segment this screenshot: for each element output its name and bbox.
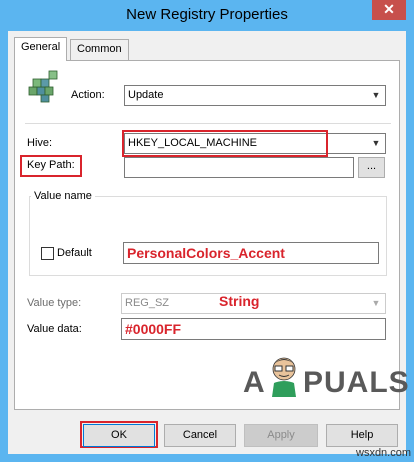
window-title: New Registry Properties — [126, 6, 288, 23]
tab-general[interactable]: General — [14, 37, 68, 61]
watermark-letter-a: A — [243, 366, 266, 399]
value-data-input[interactable]: #0000FF — [121, 318, 386, 340]
value-type-annotation: String — [219, 293, 260, 309]
default-checkbox[interactable] — [41, 247, 54, 260]
value-name-input[interactable]: PersonalColors_Accent — [123, 242, 379, 264]
browse-button[interactable]: ... — [358, 157, 385, 178]
default-label: Default — [57, 247, 92, 259]
title-bar[interactable]: New Registry Properties ✕ — [0, 0, 414, 31]
value-name-group-title: Value name — [31, 190, 95, 202]
action-label: Action: — [71, 89, 105, 101]
ok-button[interactable]: OK — [83, 424, 155, 447]
dialog-client: General Common Action: Update ▼ Hive: HK… — [8, 31, 409, 454]
value-type-label: Value type: — [27, 297, 82, 309]
keypath-input[interactable] — [124, 157, 354, 178]
hive-highlight — [122, 130, 328, 157]
separator — [25, 123, 391, 124]
value-data-label: Value data: — [27, 323, 82, 335]
general-tab-panel: Action: Update ▼ Hive: HKEY_LOCAL_MACHIN… — [14, 60, 409, 410]
action-value: Update — [128, 89, 164, 101]
keypath-label: Key Path: — [27, 159, 75, 171]
action-dropdown[interactable]: Update ▼ — [124, 85, 386, 106]
cancel-button[interactable]: Cancel — [164, 424, 236, 447]
value-name-group — [29, 196, 387, 276]
apply-button: Apply — [244, 424, 318, 447]
chevron-down-icon: ▼ — [371, 138, 381, 148]
chevron-down-icon: ▼ — [371, 90, 381, 100]
close-button[interactable]: ✕ — [372, 0, 406, 20]
dialog-window: New Registry Properties ✕ General Common… — [0, 0, 414, 462]
value-type-value: REG_SZ — [125, 297, 170, 309]
site-watermark: wsxdn.com — [356, 447, 412, 459]
help-button[interactable]: Help — [326, 424, 398, 447]
watermark-text: PUALS — [303, 366, 410, 399]
tab-common[interactable]: Common — [70, 39, 129, 60]
mascot-logo-icon — [272, 357, 296, 397]
chevron-down-icon: ▼ — [371, 298, 381, 308]
hive-label: Hive: — [27, 137, 53, 149]
registry-cubes-icon — [28, 70, 58, 103]
